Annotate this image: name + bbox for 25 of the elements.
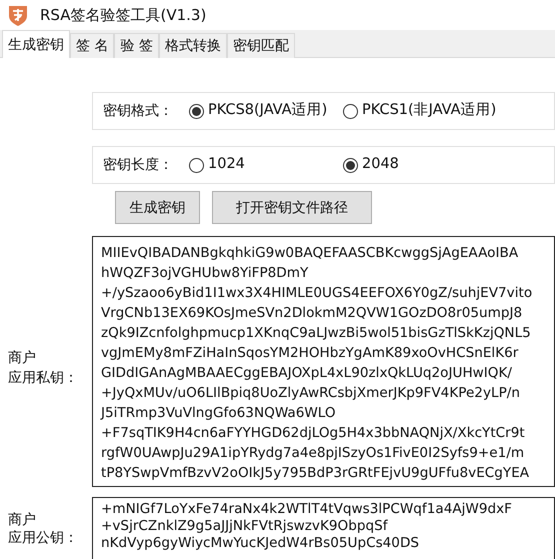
option-label: PKCS1(非JAVA适用) (362, 101, 496, 120)
radio-button[interactable] (343, 158, 358, 172)
private-key-field[interactable]: MIIEvQIBADANBgkqhkiG9w0BAQEFAASCBKcwggSjAgEAAoIBA hWQZF3ojVGHUbw8YiFP8DmY +/ySzaoo6yBid1I1wx3X4HIMLE0UGS4EEFOX6Y0gZ/suhjEV7vito VrgCNb13EX69KOsJmeSVn2DlokmM2QVW1GOzDO8r05umpJ8 zQk9IZcnfolghpmucp1XKnqC9aLJwzBi5wol51bisGzTlSkKzjQNL5 vgJmEMy8mFZiHaInSqosYM2HOHbzYgAmK89xoOvHCSnElK6r GIDdIGAnAgMBAAECggEBAJOXpL4xL90zlxQkLUq2oJUHwIQK/ +JyQxMUv/uO6LIlBpiq8UoZlyAwRCsbjXmerJKp9FV4KPe2yLP/n J5iTRmp3VuVlngGfo63NQWa6WLO +F7sqTIK9H4cn6aFYYHGD62djLOg5H4x3bbNAQNjX/XkcYtCr9t rgfW0UAwpJu29A1ipYRydg7a4e8pjISzyOs1FivE0I2Syfs9+e1/m tP8YSwpVmfBzvV2oOIkJ5y795BdP3rGRtFEjvU9gUFfu8vECgYEA (92, 236, 555, 487)
button[interactable]: 打开密钥文件路径 (212, 191, 372, 224)
public-key-field[interactable]: +mNIGf7LoYxFe74raNx4k2WTlT4tVqws3lPCWqf1a4AjW9dxF +vSjrCZnklZ9g5aJJjNkFVtRjswzvK9ObpqSf nKdVyp6gyWiycMwYucKJedW4rBs05UpCs40DS (92, 497, 555, 559)
tab[interactable]: 签 名 (70, 33, 114, 58)
option-label: 2048 (362, 155, 399, 174)
field-label: 密钥长度： (103, 156, 173, 174)
radio-button[interactable] (343, 104, 358, 118)
tab[interactable]: 验 签 (114, 33, 159, 58)
field-label: 应用公钥： (8, 529, 79, 547)
tab[interactable]: 格式转换 (158, 33, 227, 58)
option-label: PKCS8(JAVA适用) (208, 101, 328, 120)
button[interactable]: 生成密钥 (115, 191, 200, 224)
tab[interactable]: 生成密钥 (2, 30, 70, 58)
radio-button[interactable] (189, 104, 204, 118)
option-label: 1024 (208, 155, 245, 174)
field-label: 商户 (8, 349, 37, 368)
field-label: 密钥格式： (103, 102, 173, 120)
field-label: 商户 (8, 511, 37, 529)
field-label: 应用私钥： (8, 369, 79, 388)
app-icon (6, 3, 30, 27)
radio-button[interactable] (189, 158, 204, 172)
window-title: RSA签名验签工具(V1.3) (40, 4, 206, 26)
tab[interactable]: 密钥匹配 (226, 33, 295, 58)
